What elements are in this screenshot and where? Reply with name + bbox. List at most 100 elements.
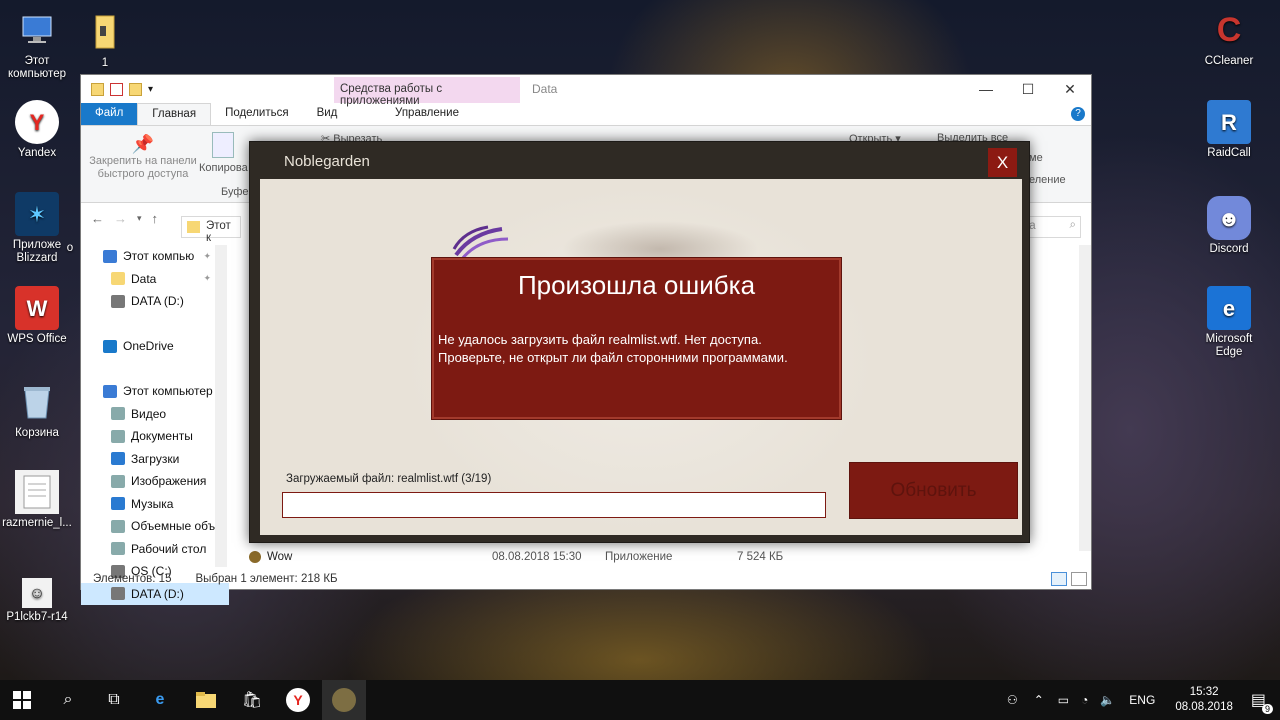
window-controls: — ☐ ✕ xyxy=(965,75,1091,103)
recent-locations-icon[interactable]: ▾ xyxy=(137,213,142,224)
wps-icon: W xyxy=(15,286,59,330)
error-dialog: Произошла ошибка Не удалось загрузить фа… xyxy=(432,258,841,419)
nav-item[interactable]: Data ✦ xyxy=(81,268,229,291)
language-indicator[interactable]: ENG xyxy=(1129,693,1155,707)
desktop-icon-ccleaner[interactable]: C CCleaner xyxy=(1192,8,1266,68)
downloads-icon xyxy=(111,452,125,466)
tab-file[interactable]: Файл xyxy=(81,103,138,125)
pictures-icon xyxy=(111,474,125,488)
search-input[interactable]: ta ⌕ xyxy=(1021,216,1081,238)
search-icon[interactable]: ⌕ xyxy=(56,688,80,712)
edge-icon[interactable]: e xyxy=(148,688,172,712)
desktop-icon-recycle-bin[interactable]: Корзина xyxy=(0,380,74,440)
file-explorer-icon[interactable] xyxy=(194,688,218,712)
desktop-icon-this-pc[interactable]: Этот компьютер xyxy=(0,8,74,81)
folder-icon xyxy=(83,10,127,54)
nav-item[interactable]: DATA (D:) xyxy=(81,582,229,605)
recycle-bin-icon xyxy=(15,380,59,424)
quick-access-toolbar: ▾ xyxy=(81,82,153,96)
clock[interactable]: 15:32 08.08.2018 xyxy=(1175,685,1233,715)
nav-item[interactable]: Музыка xyxy=(81,493,229,516)
video-icon xyxy=(111,407,125,421)
desktop-icon-raidcall[interactable]: R RaidCall xyxy=(1192,100,1266,160)
nav-item[interactable]: Этот компью ✦ xyxy=(81,245,229,268)
desktop-icon-label: Microsoft Edge xyxy=(1205,333,1253,358)
up-icon[interactable]: ↑ xyxy=(152,211,159,226)
search-icon: ⌕ xyxy=(1069,219,1076,231)
desktop-icon-folder-1[interactable]: 1 xyxy=(68,10,142,70)
launcher-close-button[interactable]: X xyxy=(988,148,1017,177)
chevron-up-icon[interactable]: ⌃ xyxy=(1034,693,1044,707)
tiles-view-icon[interactable] xyxy=(1071,572,1087,586)
back-icon[interactable]: ← xyxy=(91,211,104,226)
desktop-icon xyxy=(111,542,125,556)
drive-icon xyxy=(111,587,125,601)
customize-toolbar-icon[interactable]: ▾ xyxy=(148,84,153,95)
desktop-icon-yandex[interactable]: Y Yandex xyxy=(0,100,74,160)
download-file-label: Загружаемый файл: realmlist.wtf (3/19) xyxy=(286,473,492,485)
yandex-browser-icon[interactable]: Y xyxy=(286,688,310,712)
nav-item[interactable]: Объемные объ xyxy=(81,515,229,538)
copy-button[interactable]: Копирова xyxy=(199,132,248,174)
desktop-icon-razmernie[interactable]: razmernie_l... xyxy=(0,470,74,530)
desktop-icon-label: RaidCall xyxy=(1207,147,1251,159)
help-icon[interactable]: ? xyxy=(1071,107,1085,121)
store-icon[interactable]: 🛍 xyxy=(240,688,264,712)
pin-quick-access-button[interactable]: 📌 Закрепить на панели быстрого доступа xyxy=(89,134,197,181)
volume-icon[interactable]: 🔈 xyxy=(1100,693,1115,707)
desktop-icon-label: 1 xyxy=(101,57,109,69)
nav-item[interactable]: Загрузки xyxy=(81,448,229,471)
minimize-button[interactable]: — xyxy=(965,75,1007,103)
launcher-title: Noblegarden xyxy=(284,153,370,170)
update-button[interactable]: Обновить xyxy=(849,462,1018,519)
tab-share[interactable]: Поделиться xyxy=(211,103,303,125)
forward-icon[interactable]: → xyxy=(114,211,127,226)
tab-home[interactable]: Главная xyxy=(137,103,212,125)
nav-item[interactable]: Видео xyxy=(81,403,229,426)
desktop-icon-label: Приложе Blizzard xyxy=(12,239,62,264)
windows-icon xyxy=(13,691,31,709)
desktop-partial-label: о xyxy=(66,242,74,254)
status-bar: Элементов: 15 Выбран 1 элемент: 218 КБ xyxy=(93,573,338,585)
address-bar[interactable]: Этот к xyxy=(181,216,241,244)
desktop-icon-discord[interactable]: ☻ Discord xyxy=(1192,196,1266,256)
nav-item[interactable]: Изображения xyxy=(81,470,229,493)
desktop-icon-label: Этот компьютер xyxy=(8,55,66,80)
selection-info: Выбран 1 элемент: 218 КБ xyxy=(195,573,338,585)
music-icon xyxy=(111,497,125,511)
nav-item[interactable]: Документы xyxy=(81,425,229,448)
battery-icon[interactable]: ▭ xyxy=(1058,693,1069,707)
people-icon[interactable]: ⚇ xyxy=(1007,693,1018,707)
nav-item[interactable]: DATA (D:) xyxy=(81,290,229,313)
tab-manage[interactable]: Управление xyxy=(334,103,520,123)
active-app-indicator xyxy=(322,680,366,720)
nav-scrollbar[interactable] xyxy=(215,245,227,567)
close-button[interactable]: ✕ xyxy=(1049,75,1091,103)
error-title: Произошла ошибка xyxy=(517,270,756,300)
properties-icon[interactable] xyxy=(110,82,123,96)
network-icon[interactable]: ◔ xyxy=(1081,693,1088,707)
desktop-icon-wps[interactable]: W WPS Office xyxy=(0,286,74,346)
ribbon-partial-label: еление xyxy=(1029,174,1066,186)
maximize-button[interactable]: ☐ xyxy=(1007,75,1049,103)
pin-icon: ✦ xyxy=(203,273,211,284)
content-scrollbar[interactable] xyxy=(1079,245,1091,551)
launcher-content: Произошла ошибка Не удалось загрузить фа… xyxy=(260,179,1022,535)
details-view-icon[interactable] xyxy=(1051,572,1067,586)
title-bar: ▾ Средства работы с приложениями Data — … xyxy=(81,75,1091,107)
nav-item[interactable]: Этот компьютер xyxy=(81,380,229,403)
nav-item[interactable]: Рабочий стол xyxy=(81,538,229,561)
nav-item[interactable]: OneDrive xyxy=(81,335,229,358)
desktop-icon-p1lckb7[interactable]: ☺ P1lckb7-r14 xyxy=(0,578,74,624)
task-view-icon[interactable]: ⧉ xyxy=(102,688,126,712)
action-center-icon[interactable]: ▤ 9 xyxy=(1251,690,1273,714)
new-folder-icon[interactable] xyxy=(129,82,142,96)
raidcall-icon: R xyxy=(1207,100,1251,144)
onedrive-icon xyxy=(103,339,117,353)
start-button[interactable] xyxy=(10,688,34,712)
item-count: Элементов: 15 xyxy=(93,573,172,585)
ribbon-partial-label: ме xyxy=(1029,152,1043,164)
desktop-icon-label: Discord xyxy=(1209,243,1249,255)
desktop-icon-edge[interactable]: e Microsoft Edge xyxy=(1192,286,1266,359)
folder-icon[interactable] xyxy=(91,82,104,96)
